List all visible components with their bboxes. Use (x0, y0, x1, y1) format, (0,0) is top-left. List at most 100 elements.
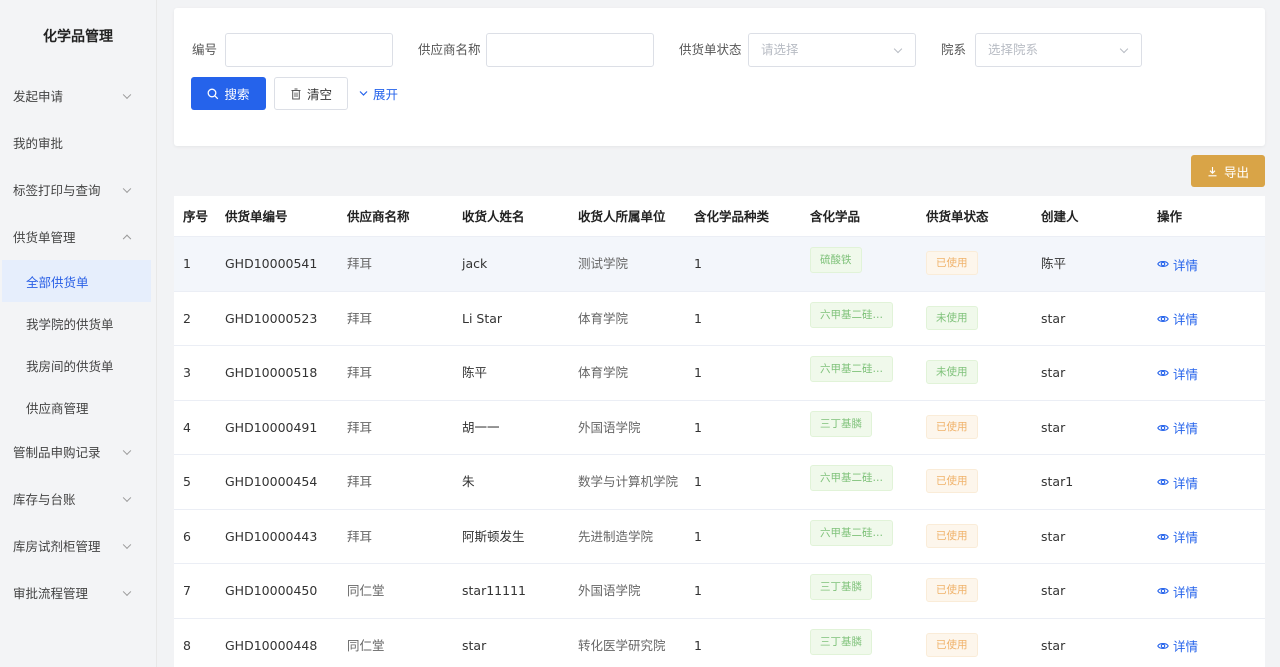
table-row[interactable]: 5 GHD10000454 拜耳 朱 数学与计算机学院 1 六甲基二硅… 已使用 star1 详情 (174, 455, 1265, 510)
cell-unit: 体育学院 (578, 310, 629, 326)
submenu-item-room-orders[interactable]: 我房间的供货单 (0, 344, 156, 386)
cell-no: 1 (183, 256, 191, 271)
submenu-item-label: 供应商管理 (26, 400, 89, 416)
status-select[interactable]: 请选择 (748, 33, 916, 67)
column-header: 序号 (183, 209, 209, 224)
detail-link[interactable]: 详情 (1157, 292, 1198, 346)
supplier-label: 供应商名称 (418, 42, 481, 57)
cell-unit: 测试学院 (578, 256, 629, 271)
submenu-item-supplier-manage[interactable]: 供应商管理 (0, 386, 156, 428)
menu-item-my-approval[interactable]: 我的审批 (0, 119, 156, 166)
status-badge: 已使用 (926, 414, 978, 439)
export-button[interactable]: 导出 (1191, 155, 1265, 187)
table-row[interactable]: 6 GHD10000443 拜耳 阿斯顿发生 先进制造学院 1 六甲基二硅… 已使用 star 详… (174, 509, 1265, 564)
cell-no: 4 (183, 419, 191, 435)
eye-icon (1157, 479, 1169, 485)
menu-item-label-print[interactable]: 标签打印与查询 (0, 166, 156, 213)
menu-item-approval-flow[interactable]: 审批流程管理 (0, 569, 156, 616)
chemical-tag: 三丁基膦 (810, 628, 872, 655)
cell-kinds: 1 (694, 419, 702, 435)
clear-button[interactable]: 清空 (274, 77, 348, 110)
cell-supplier: 同仁堂 (347, 637, 385, 653)
chevron-down-icon (122, 493, 132, 502)
table-row[interactable]: 8 GHD10000448 同仁堂 star 转化医学研究院 1 三丁基膦 已使用 star 详情 (174, 618, 1265, 667)
chevron-down-icon (122, 446, 132, 455)
cell-order-code: GHD10000443 (225, 528, 318, 544)
column-header: 供应商名称 (347, 209, 410, 224)
status-badge: 已使用 (926, 578, 978, 602)
table-row[interactable]: 3 GHD10000518 拜耳 陈平 体育学院 1 六甲基二硅… 未使用 star 详情 (174, 346, 1265, 401)
eye-icon (1157, 642, 1169, 649)
table-row[interactable]: 4 GHD10000491 拜耳 胡一一 外国语学院 1 三丁基膦 已使用 star 详情 (174, 400, 1265, 455)
chemical-tag: 六甲基二硅… (810, 465, 893, 491)
chevron-down-icon (122, 90, 132, 99)
cell-no: 5 (183, 474, 191, 489)
cell-unit: 外国语学院 (578, 419, 641, 435)
menu-item-controlled-purchase[interactable]: 管制品申购记录 (0, 428, 156, 475)
detail-link[interactable]: 详情 (1157, 510, 1198, 564)
status-badge: 已使用 (926, 251, 978, 275)
column-header: 供货单编号 (225, 209, 288, 224)
detail-link[interactable]: 详情 (1157, 401, 1198, 455)
menu-item-label: 供货单管理 (13, 230, 76, 245)
trash-icon (291, 88, 301, 99)
table-row[interactable]: 2 GHD10000523 拜耳 Li Star 体育学院 1 六甲基二硅… 未使用 star 详… (174, 291, 1265, 346)
submenu-item-label: 我学院的供货单 (26, 316, 114, 332)
detail-link[interactable]: 详情 (1157, 619, 1198, 667)
detail-link-label: 详情 (1173, 475, 1199, 491)
cell-receiver: 胡一一 (462, 419, 500, 435)
detail-link[interactable]: 详情 (1157, 237, 1198, 291)
code-label: 编号 (192, 42, 218, 57)
cell-creator: star (1041, 419, 1066, 435)
table-header: 序号 供货单编号 供应商名称 收货人姓名 收货人所属单位 含化学品种类 含化学品… (174, 196, 1265, 237)
cell-order-code: GHD10000523 (225, 310, 318, 326)
cell-kinds: 1 (694, 583, 702, 598)
submenu-item-label: 我房间的供货单 (26, 358, 114, 374)
cell-order-code: GHD10000491 (225, 419, 318, 435)
column-header: 含化学品种类 (694, 209, 770, 224)
cell-kinds: 1 (694, 365, 702, 380)
cell-creator: 陈平 (1041, 256, 1067, 271)
filter-panel: 编号 供应商名称 供货单状态 请选择 院系 选择院系 搜索 清空 展开 (174, 8, 1265, 146)
menu-item-cabinet[interactable]: 库房试剂柜管理 (0, 522, 156, 569)
chemical-tag: 六甲基二硅… (810, 301, 893, 328)
detail-link[interactable]: 详情 (1157, 455, 1198, 509)
chemical-tag: 硫酸铁 (810, 247, 862, 273)
cell-supplier: 拜耳 (347, 365, 373, 380)
chemical-tag: 六甲基二硅… (810, 356, 893, 382)
cell-no: 6 (183, 528, 191, 544)
cell-order-code: GHD10000450 (225, 583, 318, 598)
cell-order-code: GHD10000541 (225, 256, 318, 271)
cell-no: 2 (183, 310, 191, 326)
cell-order-code: GHD10000448 (225, 637, 318, 653)
chevron-down-icon (359, 91, 368, 96)
detail-link-label: 详情 (1173, 366, 1199, 382)
cell-unit: 体育学院 (578, 365, 629, 380)
detail-link[interactable]: 详情 (1157, 564, 1198, 618)
search-button[interactable]: 搜索 (191, 77, 266, 110)
expand-button[interactable]: 展开 (358, 77, 398, 110)
status-label: 供货单状态 (679, 42, 742, 57)
menu-item-supply-orders[interactable]: 供货单管理 (0, 213, 156, 260)
table-row[interactable]: 1 GHD10000541 拜耳 jack 测试学院 1 硫酸铁 已使用 陈平 详情 (174, 237, 1265, 292)
export-button-label: 导出 (1223, 164, 1249, 180)
menu-item-apply[interactable]: 发起申请 (0, 72, 156, 119)
clear-button-label: 清空 (306, 87, 332, 102)
dept-select[interactable]: 选择院系 (975, 33, 1142, 67)
status-badge: 已使用 (926, 523, 978, 548)
cell-no: 7 (183, 583, 191, 598)
cell-creator: star (1041, 583, 1066, 598)
cell-supplier: 拜耳 (347, 310, 373, 326)
submenu-item-all-orders[interactable]: 全部供货单 (2, 260, 151, 302)
download-icon (1208, 166, 1217, 176)
detail-link[interactable]: 详情 (1157, 346, 1198, 400)
supplier-input[interactable] (486, 33, 654, 67)
code-input[interactable] (225, 33, 393, 67)
supply-order-table: 序号 供货单编号 供应商名称 收货人姓名 收货人所属单位 含化学品种类 含化学品… (174, 196, 1265, 667)
submenu-item-college-orders[interactable]: 我学院的供货单 (0, 302, 156, 344)
table-row[interactable]: 7 GHD10000450 同仁堂 star11111 外国语学院 1 三丁基膦 已使用 sta… (174, 564, 1265, 619)
detail-link-label: 详情 (1173, 257, 1199, 273)
chevron-up-icon (122, 234, 132, 243)
cell-receiver: 朱 (462, 474, 475, 489)
menu-item-inventory[interactable]: 库存与台账 (0, 475, 156, 522)
